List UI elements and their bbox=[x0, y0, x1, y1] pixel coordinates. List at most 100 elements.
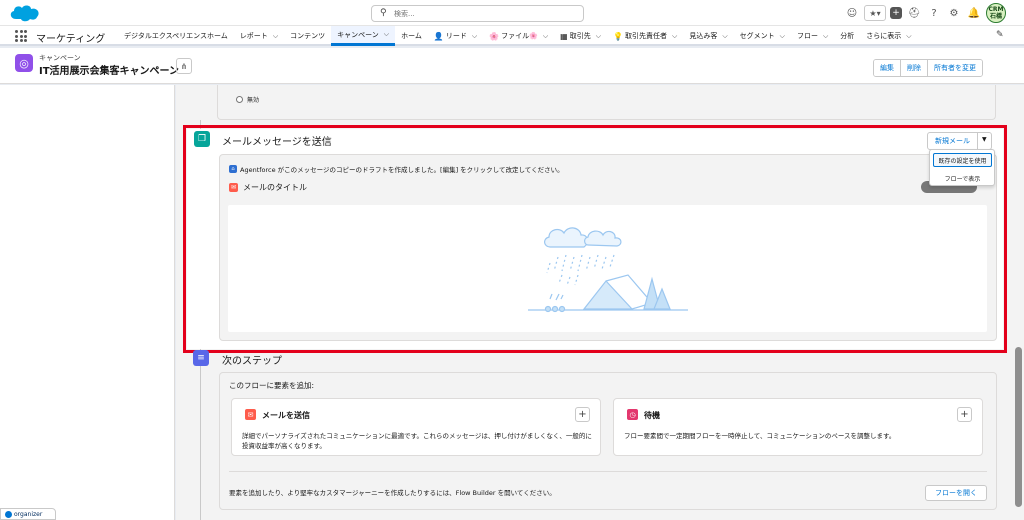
chevron-down-icon[interactable]: ⌵ bbox=[780, 32, 785, 41]
envelope-icon: ✉ bbox=[229, 183, 238, 192]
edit-nav-pencil-icon[interactable]: ✎ bbox=[996, 30, 1004, 40]
nav-item-label: 分析 bbox=[840, 32, 855, 40]
agentforce-note-text: Agentforce がこのメッセージのコピーのドラフトを作成しました。[編集]… bbox=[240, 166, 564, 174]
search-icon: ⚲ bbox=[380, 8, 387, 18]
nav-item-label: リード bbox=[445, 32, 467, 40]
header-utility-icons: ☺ ★▾ + ⛑ ? ⚙ 🔔 CRM 石橋 bbox=[844, 3, 1006, 23]
app-launcher-icon[interactable] bbox=[15, 30, 27, 42]
menu-item-use-existing[interactable]: 既存の設定を使用 bbox=[933, 153, 992, 167]
nav-item-13[interactable]: さらに表示 ⌵ bbox=[860, 26, 917, 46]
new-mail-menu-chevron-icon[interactable]: ▼ bbox=[978, 132, 992, 150]
nav-item-label: コンテンツ bbox=[290, 32, 326, 40]
nav-item-3[interactable]: キャンペーン ⌵ bbox=[331, 26, 396, 46]
nav-item-label: 取引先責任者 bbox=[625, 32, 668, 40]
nav-item-label: 見込み客 bbox=[689, 32, 718, 40]
nav-item-6[interactable]: 🌸 ファイル 🌸 ⌵ bbox=[483, 26, 554, 46]
header-actions: 編集 削除 所有者を変更 bbox=[873, 59, 983, 77]
scrollbar[interactable] bbox=[1012, 85, 1024, 520]
nav-item-10[interactable]: セグメント ⌵ bbox=[734, 26, 791, 46]
salesforce-logo[interactable] bbox=[8, 3, 42, 23]
chevron-down-icon[interactable]: ⌵ bbox=[722, 32, 727, 41]
empty-state-illustration bbox=[528, 227, 688, 313]
chevron-down-icon[interactable]: ⌵ bbox=[596, 32, 601, 41]
chevron-down-icon[interactable]: ⌵ bbox=[543, 32, 548, 41]
new-mail-button-group: 新規メール ▼ bbox=[927, 132, 992, 150]
nav-item-1[interactable]: レポート ⌵ bbox=[234, 26, 284, 46]
nav-item-5[interactable]: 👤 リード ⌵ bbox=[428, 26, 483, 46]
email-step-title: メールメッセージを送信 bbox=[222, 137, 332, 148]
next-step-title: 次のステップ bbox=[222, 356, 282, 367]
nav-item-4[interactable]: ホーム bbox=[395, 26, 428, 46]
nav-item-2[interactable]: コンテンツ bbox=[284, 26, 331, 46]
record-header: ◎ キャンペーン IT活用展示会集客キャンペーン ⋔ 編集 削除 所有者を変更 bbox=[0, 48, 1024, 84]
nav-item-icon: ▦ bbox=[560, 31, 568, 41]
nav-item-label: セグメント bbox=[739, 32, 775, 40]
menu-item-view-in-flow[interactable]: フローで表示 bbox=[933, 172, 992, 184]
nav-item-icon: 🌸 bbox=[489, 31, 500, 41]
nav-item-suffix-icon: 🌸 bbox=[529, 32, 538, 40]
nav-item-label: ファイル bbox=[501, 32, 530, 40]
nav-item-11[interactable]: フロー ⌵ bbox=[791, 26, 834, 46]
nav-item-label: ホーム bbox=[401, 32, 422, 40]
email-step-icon: ❐ bbox=[194, 131, 210, 147]
organizer-tab[interactable]: organizer bbox=[0, 508, 56, 520]
organizer-icon bbox=[5, 510, 12, 518]
chevron-down-icon[interactable]: ⌵ bbox=[906, 32, 911, 41]
global-search-input[interactable]: ⚲ 検索... bbox=[371, 5, 584, 22]
app-nav-bar: マーケティング デジタルエクスペリエンスホーム レポート ⌵ コンテンツ キャンペーン ⌵… bbox=[0, 26, 1024, 46]
nav-item-icon: 👤 bbox=[433, 31, 444, 41]
radio-circle[interactable] bbox=[236, 96, 243, 103]
user-avatar[interactable]: CRM 石橋 bbox=[986, 3, 1006, 23]
global-actions-icon[interactable]: + bbox=[890, 7, 902, 19]
agentforce-icon: ⌂ bbox=[229, 165, 237, 173]
open-flow-button[interactable]: フローを開く bbox=[925, 485, 987, 501]
edit-button[interactable]: 編集 bbox=[874, 60, 900, 76]
chevron-down-icon[interactable]: ⌵ bbox=[823, 32, 828, 41]
new-mail-dropdown-menu: 既存の設定を使用 フローで表示 bbox=[929, 149, 995, 186]
option-description: 詳細でパーソナライズされたコミュニケーションに最適です。これらのメッセージは、押… bbox=[242, 432, 592, 450]
nav-item-label: フロー bbox=[796, 32, 818, 40]
chevron-down-icon[interactable]: ⌵ bbox=[273, 32, 278, 41]
nav-item-7[interactable]: ▦ 取引先 ⌵ bbox=[554, 26, 607, 46]
add-send-email-button[interactable]: + bbox=[575, 407, 590, 422]
chevron-down-icon[interactable]: ⌵ bbox=[384, 30, 389, 39]
option-card-wait[interactable]: ◷ 待機 + フロー要素間で一定期間フローを一時停止して、コミュニケーションのペ… bbox=[613, 398, 983, 456]
setup-gear-icon[interactable]: ⚙ bbox=[946, 5, 962, 21]
radio-label: 無効 bbox=[247, 97, 260, 104]
nav-item-9[interactable]: 見込み客 ⌵ bbox=[683, 26, 733, 46]
email-preview-area bbox=[228, 205, 987, 332]
add-wait-button[interactable]: + bbox=[957, 407, 972, 422]
nav-item-0[interactable]: デジタルエクスペリエンスホーム bbox=[118, 26, 234, 46]
agentforce-icon[interactable]: ☺ bbox=[844, 5, 860, 21]
new-mail-button[interactable]: 新規メール bbox=[927, 132, 978, 150]
search-placeholder: 検索... bbox=[394, 10, 415, 18]
nav-item-label: キャンペーン bbox=[337, 30, 379, 39]
hierarchy-button[interactable]: ⋔ bbox=[176, 58, 192, 74]
nav-item-12[interactable]: 分析 bbox=[834, 26, 860, 46]
scrollbar-thumb[interactable] bbox=[1015, 347, 1022, 507]
change-owner-button[interactable]: 所有者を変更 bbox=[927, 60, 982, 76]
app-name: マーケティング bbox=[36, 34, 106, 45]
previous-step-card bbox=[217, 85, 996, 120]
global-header: ⚲ 検索... ☺ ★▾ + ⛑ ? ⚙ 🔔 CRM 石橋 bbox=[0, 0, 1024, 26]
delete-button[interactable]: 削除 bbox=[900, 60, 927, 76]
notifications-bell-icon[interactable]: 🔔 bbox=[966, 5, 982, 21]
envelope-icon: ✉ bbox=[245, 409, 256, 420]
chevron-down-icon[interactable]: ⌵ bbox=[472, 32, 477, 41]
radio-option-disabled[interactable]: 無効 bbox=[236, 95, 259, 104]
favorites-star-icon[interactable]: ★▾ bbox=[864, 5, 886, 21]
page-title: IT活用展示会集客キャンペーン bbox=[39, 66, 180, 77]
help-icon[interactable]: ? bbox=[926, 5, 942, 21]
nav-item-label: レポート bbox=[239, 32, 268, 40]
option-title: 待機 bbox=[644, 411, 660, 420]
nav-item-label: デジタルエクスペリエンスホーム bbox=[124, 32, 228, 40]
next-step-icon: ≡ bbox=[193, 350, 209, 366]
option-card-send-email[interactable]: ✉ メールを送信 + 詳細でパーソナライズされたコミュニケーションに最適です。こ… bbox=[231, 398, 601, 456]
chevron-down-icon[interactable]: ⌵ bbox=[672, 32, 677, 41]
guidance-center-icon[interactable]: ⛑ bbox=[906, 5, 922, 21]
nav-item-8[interactable]: 💡 取引先責任者 ⌵ bbox=[607, 26, 683, 46]
nav-item-icon: 💡 bbox=[613, 31, 624, 41]
nav-item-label: 取引先 bbox=[569, 32, 591, 40]
campaign-icon: ◎ bbox=[15, 54, 33, 72]
clock-icon: ◷ bbox=[627, 409, 638, 420]
